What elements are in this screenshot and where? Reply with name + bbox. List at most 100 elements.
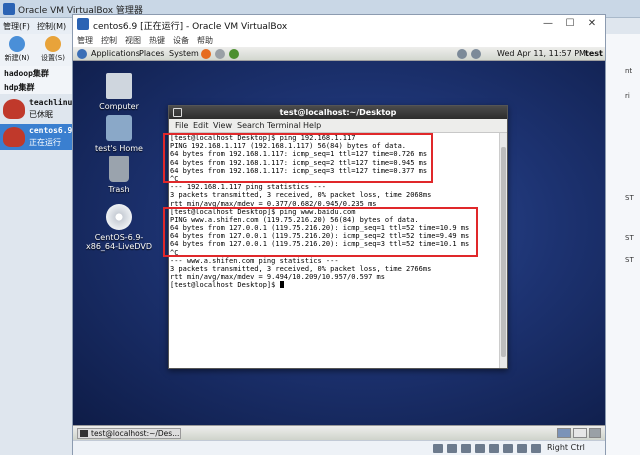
workspace-2[interactable] [573,428,587,438]
vm-name: teachlinu [29,98,73,107]
taskbar-task-label: test@localhost:~/Des... [91,429,180,438]
group-header-hdp[interactable]: hdp集群 [0,80,72,94]
terminal-line: 3 packets transmitted, 3 received, 0% pa… [170,191,432,200]
highlight-box-lan-ping [163,133,433,183]
minimize-button[interactable]: — [537,16,559,32]
terminal-line: 3 packets transmitted, 3 received, 0% pa… [170,265,432,273]
vm-menu-help[interactable]: 帮助 [197,35,213,46]
terminal-task-icon [80,430,88,437]
terminal-menu-help[interactable]: Help [303,121,321,130]
settings-label: 设置(S) [41,54,65,62]
hard-disk-icon[interactable] [433,444,443,453]
details-fragment: ST [625,256,634,264]
shared-folders-icon[interactable] [503,444,513,453]
terminal-menu-edit[interactable]: Edit [193,121,209,130]
vm-menu-input[interactable]: 热键 [149,35,165,46]
settings-button[interactable]: 设置(S) [38,36,68,64]
scrollbar-thumb[interactable] [501,147,506,357]
vm-menu-view[interactable]: 视图 [125,35,141,46]
vm-status: 已休眠 [29,110,53,119]
panel-clock[interactable]: Wed Apr 11, 11:57 PM [497,49,586,58]
panel-menu-system[interactable]: System [169,49,199,58]
terminal-menu-file[interactable]: File [175,121,188,130]
desktop-icon-label: CentOS-6.9-x86_64-LiveDVD [86,233,152,251]
redhat-os-icon [3,127,25,147]
panel-menu-places[interactable]: Places [139,49,164,58]
vm-menu-machine[interactable]: 管理 [77,35,93,46]
desktop-icon-home[interactable]: test's Home [89,115,149,153]
gnome-foot-icon [77,49,87,59]
virtualbox-logo-icon [77,18,89,30]
vm-list-item-centos69[interactable]: centos6.9 正在运行 [0,124,72,150]
terminal-cursor [279,281,284,289]
close-button[interactable]: ✕ [581,16,603,32]
home-folder-icon [106,115,132,141]
gnome-bottom-panel: test@localhost:~/Des... [73,425,605,440]
workspace-1[interactable] [557,428,571,438]
terminal-title: test@localhost:~/Desktop [279,108,397,117]
manager-details-strip: nt ri ST ST ST [600,34,640,455]
desktop-icon-computer[interactable]: Computer [89,73,149,111]
network-icon[interactable] [457,49,467,59]
manager-menu-machine[interactable]: 控制(M) [37,21,66,32]
computer-icon [106,73,132,99]
usb-icon[interactable] [489,444,499,453]
email-launcher-icon[interactable] [215,49,225,59]
details-fragment: ri [625,92,630,100]
gnome-top-panel: Applications Places System Wed Apr 11, 1… [73,47,605,61]
terminal-line: --- 192.168.1.117 ping statistics --- [170,183,326,192]
terminal-menu-terminal[interactable]: Terminal [267,121,301,130]
optical-drive-icon[interactable] [447,444,457,453]
terminal-menu-view[interactable]: View [213,121,232,130]
host-key-label: Right Ctrl [547,443,585,452]
terminal-line: rtt min/avg/max/mdev = 9.494/10.209/10.9… [170,273,385,282]
volume-icon[interactable] [471,49,481,59]
desktop-icon-label: Trash [108,185,130,194]
group-header-hadoop[interactable]: hadoop集群 [0,66,72,80]
desktop-icon-trash[interactable]: Trash [89,156,149,194]
vm-window-title: centos6.9 [正在运行] - Oracle VM VirtualBox [93,22,288,32]
vm-menu-control[interactable]: 控制 [101,35,117,46]
firefox-launcher-icon[interactable] [201,49,211,59]
gear-icon [45,36,61,52]
vm-window: centos6.9 [正在运行] - Oracle VM VirtualBox … [72,14,606,455]
manager-toolbar: 新建(N) 设置(S) [0,34,72,66]
desktop-icon-livedvd[interactable]: CentOS-6.9-x86_64-LiveDVD [81,204,157,251]
mouse-integration-icon[interactable] [531,444,541,453]
terminal-titlebar[interactable]: test@localhost:~/Desktop [169,106,507,119]
taskbar-terminal-button[interactable]: test@localhost:~/Des... [77,428,181,439]
redhat-os-icon [3,99,25,119]
vm-titlebar[interactable]: centos6.9 [正在运行] - Oracle VM VirtualBox … [73,15,605,33]
trash-applet-icon[interactable] [589,428,601,438]
terminal-scrollbar[interactable] [499,133,507,368]
terminal-prompt: [test@localhost Desktop]$ [170,281,280,290]
vm-status: 正在运行 [29,138,61,147]
terminal-window[interactable]: test@localhost:~/Desktop File Edit View … [163,105,508,369]
vm-menu-devices[interactable]: 设备 [173,35,189,46]
audio-icon[interactable] [461,444,471,453]
terminal-prompt-line: [test@localhost Desktop]$ [170,281,499,289]
terminal-line: --- www.a.shifen.com ping statistics --- [170,256,339,265]
vm-status-bar: Right Ctrl [73,440,605,455]
vm-menubar: 管理 控制 视图 热键 设备 帮助 [73,33,605,47]
terminal-window-menu-icon[interactable] [173,108,182,117]
desktop: Computer test's Home Trash CentOS-6.9-x8… [73,61,605,425]
terminal-menu-search[interactable]: Search [237,121,264,130]
maximize-button[interactable]: ☐ [559,16,581,32]
panel-menu-applications[interactable]: Applications [91,49,140,58]
display-icon[interactable] [517,444,527,453]
new-vm-label: 新建(N) [4,54,30,62]
new-vm-button[interactable]: 新建(N) [2,36,32,64]
vm-list-item-teachlinux[interactable]: teachlinu 已休眠 [0,96,72,122]
panel-user[interactable]: test [585,49,603,58]
help-launcher-icon[interactable] [229,49,239,59]
desktop-icon-label: test's Home [95,144,143,153]
network-adapter-icon[interactable] [475,444,485,453]
details-fragment: ST [625,194,634,202]
manager-menubar: 管理(F) 控制(M) [0,18,72,34]
virtualbox-logo-icon [3,3,15,15]
vm-name: centos6.9 [29,126,73,135]
manager-menu-file[interactable]: 管理(F) [3,21,30,32]
details-fragment: ST [625,234,634,242]
new-star-icon [9,36,25,52]
